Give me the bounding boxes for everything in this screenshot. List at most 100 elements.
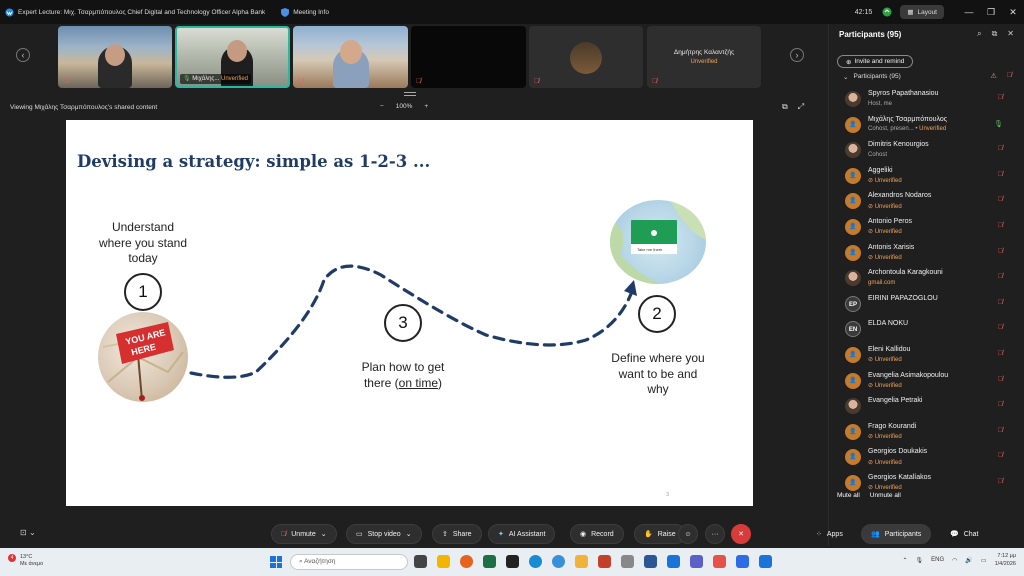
unmute-all-button[interactable]: Unmute all [870, 492, 901, 499]
mic-muted-icon: 🎙̸ [281, 530, 287, 538]
participant-name: Alexandros Nodaros [868, 192, 932, 200]
popout-icon[interactable]: ⧉ [782, 102, 788, 112]
video-tile-6[interactable]: Δημήτρης Καλαντζής Unverified 🎙̸ [647, 26, 761, 88]
lang-indicator[interactable]: ENG [931, 557, 944, 563]
ai-assistant-button[interactable]: ✦ AI Assistant [488, 524, 556, 544]
mic-muted-icon[interactable]: 🎙̸ [998, 145, 1003, 152]
app-icon[interactable] [736, 555, 749, 568]
minimize-button[interactable]: — [958, 7, 980, 17]
task-view-icon[interactable] [414, 555, 427, 568]
firefox-icon[interactable] [460, 555, 473, 568]
app-icon[interactable] [713, 555, 726, 568]
powerpoint-icon[interactable] [598, 555, 611, 568]
webex-active-icon[interactable] [759, 555, 772, 568]
mic-muted-icon[interactable]: 🎙̸ [998, 94, 1003, 101]
webex-icon[interactable] [667, 555, 680, 568]
step3-text-b: ) [438, 375, 443, 390]
generic-avatar-icon: 👤 [845, 116, 861, 133]
participant-row[interactable]: 👤 Μιχάλης Τσαρμπόπουλος Cohost, presen... … [829, 112, 1024, 138]
search-icon[interactable]: ⌕ [977, 29, 981, 39]
participant-row[interactable]: 👤 Frago Kourandi ⊘ Unverified 🎙̸ [829, 419, 1024, 445]
participant-row[interactable]: 👤 Evangelia Asimakopoulou ⊘ Unverified 🎙̸ [829, 368, 1024, 394]
reactions-button[interactable]: ☺ [678, 524, 698, 544]
video-tile-4[interactable]: 🎙̸ [411, 26, 526, 88]
mic-muted-icon[interactable]: 🎙̸ [998, 222, 1003, 229]
mic-muted-icon[interactable]: 🎙̸ [998, 273, 1003, 280]
participant-row[interactable]: 👤 Alexandros Nodaros ⊘ Unverified 🎙̸ [829, 188, 1024, 214]
video-tile-3[interactable]: 🎙̸ [293, 26, 408, 88]
participants-button[interactable]: 👥 Participants [861, 524, 932, 544]
mic-muted-icon[interactable]: 🎙̸ [998, 478, 1003, 485]
mic-muted-icon[interactable]: 🎙̸ [998, 350, 1003, 357]
strip-prev-button[interactable]: ‹ [16, 48, 30, 62]
edge-icon[interactable] [529, 555, 542, 568]
mic-muted-icon[interactable]: 🎙̸ [1007, 72, 1012, 80]
zoom-out-button[interactable]: − [380, 103, 384, 110]
video-tile-2-active-speaker[interactable]: 🎙 Μιχάλης... Unverified [175, 26, 290, 88]
app-icon[interactable] [506, 555, 519, 568]
mute-all-button[interactable]: Mute all [837, 492, 860, 499]
mic-muted-icon[interactable]: 🎙̸ [998, 427, 1003, 434]
mic-muted-icon[interactable]: 🎙̸ [998, 376, 1003, 383]
unmute-button[interactable]: 🎙̸ Unmute ⌄ [271, 524, 337, 544]
word-icon[interactable] [644, 555, 657, 568]
stop-video-button[interactable]: ▭ Stop video ⌄ [346, 524, 422, 544]
resize-handle[interactable] [404, 92, 416, 96]
participant-row[interactable]: 👤 Antonio Peros ⊘ Unverified 🎙̸ [829, 214, 1024, 240]
mic-muted-icon[interactable]: 🎙̸ [998, 324, 1003, 331]
windows-start-icon[interactable] [270, 556, 282, 568]
video-tile-1[interactable]: 🎙̸ [58, 26, 172, 88]
share-button[interactable]: ⇪ Share [432, 524, 482, 544]
layout-button[interactable]: ▦ Layout [900, 5, 944, 19]
leave-meeting-button[interactable]: ✕ [731, 524, 751, 544]
record-button[interactable]: ◉ Record [570, 524, 624, 544]
participant-row[interactable]: EN ELDA NOKU 🎙̸ [829, 316, 1024, 342]
mic-muted-icon[interactable]: 🎙̸ [998, 171, 1003, 178]
participant-row[interactable]: Evangelia Petraki 🎙̸ [829, 393, 1024, 419]
mic-icon[interactable]: 🎙 [916, 557, 924, 564]
taskbar-search-input[interactable]: ⌕ Αναζήτηση [290, 554, 408, 570]
participant-row[interactable]: EP EIRINI PAPAZOGLOU 🎙̸ [829, 291, 1024, 317]
weather-widget[interactable]: 4 13°C Με άνεμο [8, 554, 43, 568]
participant-row[interactable]: Dimitris Kenourgios Cohost 🎙̸ [829, 137, 1024, 163]
mic-muted-icon[interactable]: 🎙̸ [998, 452, 1003, 459]
chrome-icon[interactable] [552, 555, 565, 568]
chevron-up-icon[interactable]: ⌃ [903, 557, 908, 564]
teams-icon[interactable] [690, 555, 703, 568]
more-options-button[interactable]: ··· [705, 524, 725, 544]
participant-row[interactable]: Spyros Papathanasiou Host, me 🎙̸ [829, 86, 1024, 112]
file-explorer-icon[interactable] [437, 555, 450, 568]
participant-row[interactable]: 👤 Aggeliki ⊘ Unverified 🎙̸ [829, 163, 1024, 189]
system-clock[interactable]: 7:12 μμ 1/4/2026 [995, 552, 1016, 568]
invite-and-remind-button[interactable]: ⊕ Invite and remind [837, 55, 914, 68]
maximize-button[interactable]: ❐ [980, 7, 1002, 18]
close-icon[interactable]: ✕ [1007, 29, 1014, 39]
captions-control[interactable]: ⊡ ⌄ [20, 528, 36, 537]
participant-role: Unverified [874, 178, 902, 185]
speaker-icon[interactable]: 🔊 [965, 557, 972, 564]
apps-button[interactable]: ⁘ Apps [806, 524, 853, 544]
wifi-icon[interactable]: ◠ [952, 557, 957, 564]
app-icon[interactable] [621, 555, 634, 568]
excel-icon[interactable] [483, 555, 496, 568]
fullscreen-icon[interactable]: ⤢ [798, 102, 804, 112]
battery-icon[interactable]: ▭ [981, 557, 987, 564]
zoom-in-button[interactable]: + [424, 103, 428, 110]
participant-row[interactable]: Archontoula Karagkouni gmail.com 🎙̸ [829, 265, 1024, 291]
video-tile-5[interactable]: 🎙̸ [529, 26, 643, 88]
participant-row[interactable]: 👤 Georgios Doukakis ⊘ Unverified 🎙̸ [829, 444, 1024, 470]
close-window-button[interactable]: ✕ [1002, 7, 1024, 18]
chat-button[interactable]: 💬 Chat [940, 524, 989, 544]
participant-row[interactable]: 👤 Eleni Kallidou ⊘ Unverified 🎙̸ [829, 342, 1024, 368]
mic-muted-icon[interactable]: 🎙̸ [998, 248, 1003, 255]
folder-icon[interactable] [575, 555, 588, 568]
mic-on-icon[interactable]: 🎙 [994, 120, 1003, 128]
mic-muted-icon[interactable]: 🎙̸ [998, 401, 1003, 408]
popout-icon[interactable]: ⧉ [992, 29, 998, 39]
participant-row[interactable]: 👤 Antonis Xarisis ⊘ Unverified 🎙̸ [829, 240, 1024, 266]
meeting-info-button[interactable]: Meeting Info [281, 7, 329, 17]
mic-muted-icon[interactable]: 🎙̸ [998, 196, 1003, 203]
mic-muted-icon[interactable]: 🎙̸ [998, 299, 1003, 306]
strip-next-button[interactable]: › [790, 48, 804, 62]
participants-group-header[interactable]: ⌄ Participants (95) [843, 73, 901, 81]
